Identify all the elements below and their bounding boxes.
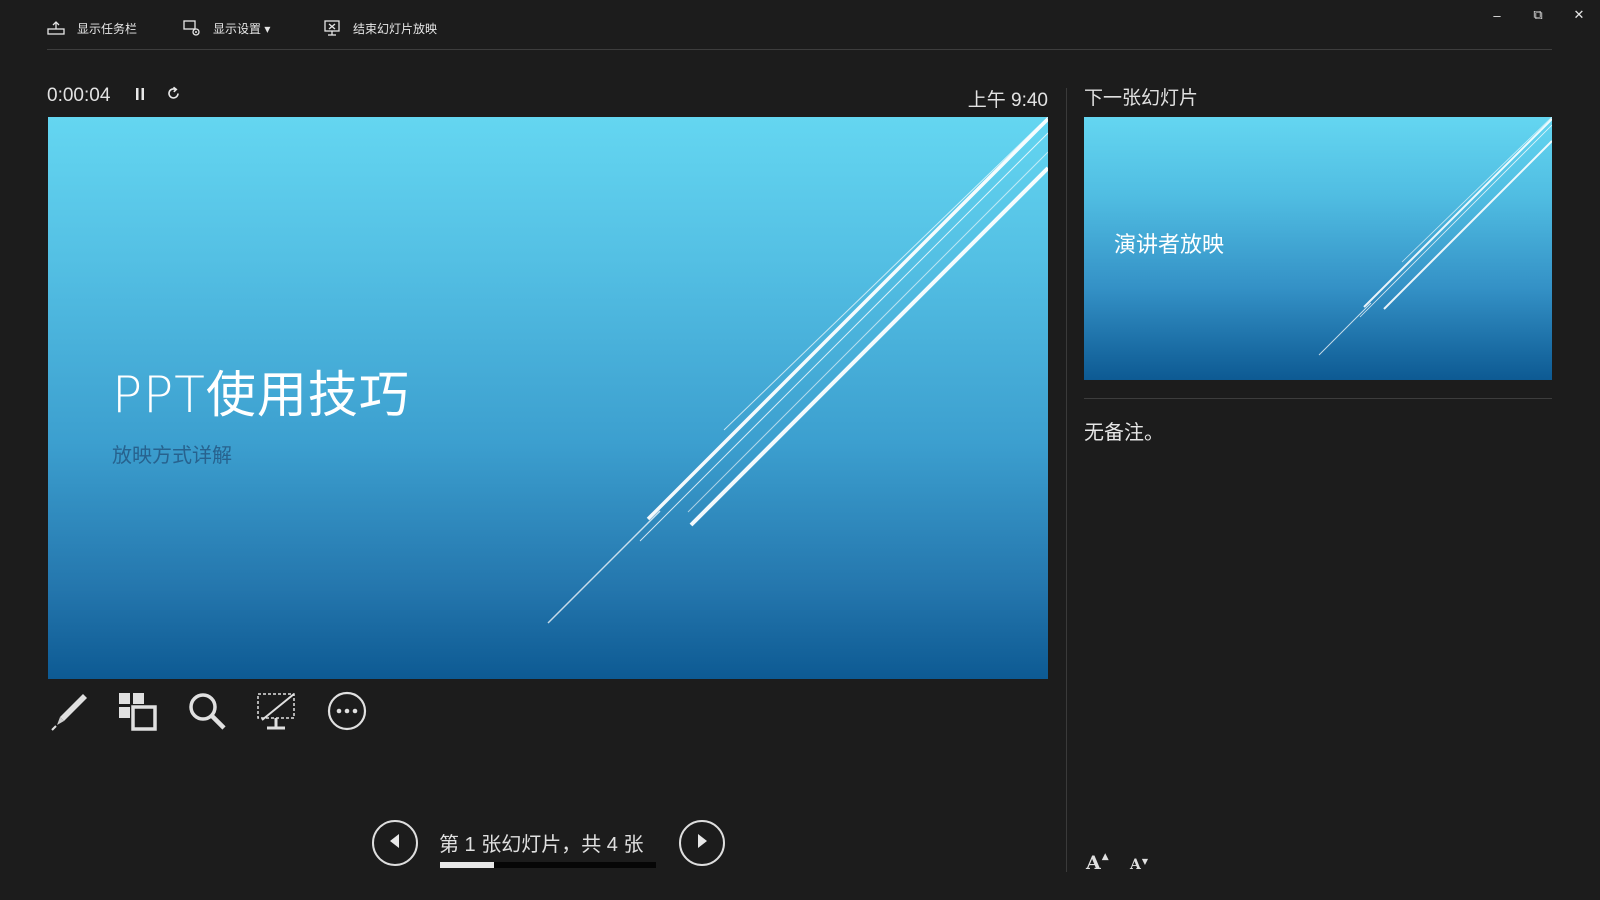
speaker-notes[interactable]: 无备注。 xyxy=(1084,416,1164,445)
see-all-slides-button[interactable] xyxy=(114,690,160,736)
show-taskbar-label: 显示任务栏 xyxy=(77,21,138,36)
restart-timer-button[interactable] xyxy=(163,86,183,106)
pause-timer-button[interactable] xyxy=(130,86,150,106)
elapsed-timer: 0:00:04 xyxy=(47,85,111,106)
close-button[interactable]: ✕ xyxy=(1565,6,1593,24)
zoom-icon xyxy=(186,690,228,737)
current-slide[interactable]: PPT使用技巧 放映方式详解 xyxy=(48,117,1048,679)
notes-divider xyxy=(1084,398,1552,399)
end-slideshow-icon xyxy=(323,19,341,37)
end-slideshow-button[interactable]: 结束幻灯片放映 xyxy=(323,17,437,39)
slide-progress-bar xyxy=(440,862,656,868)
slide-counter: 第 1 张幻灯片，共 4 张 xyxy=(439,834,644,856)
slide-progress-fill xyxy=(440,862,494,868)
current-time: 上午 9:40 xyxy=(967,90,1048,111)
panel-divider xyxy=(1066,88,1067,872)
slide-subtitle: 放映方式详解 xyxy=(112,443,232,467)
chevron-left-icon xyxy=(388,833,402,854)
next-slide-preview[interactable]: 演讲者放映 xyxy=(1084,117,1552,380)
toolbar-divider xyxy=(47,49,1552,50)
zoom-button[interactable] xyxy=(184,690,230,736)
slide-title: PPT使用技巧 xyxy=(112,366,410,424)
restore-button[interactable]: ⧉ xyxy=(1524,6,1552,24)
display-settings-label: 显示设置 ▾ xyxy=(213,21,271,36)
increase-caret-icon: ▲ xyxy=(1101,852,1109,862)
minimize-button[interactable]: – xyxy=(1483,6,1511,24)
pen-icon xyxy=(48,690,90,737)
more-options-button[interactable] xyxy=(324,690,370,736)
chevron-right-icon xyxy=(695,833,709,854)
black-screen-button[interactable] xyxy=(254,690,300,736)
slides-grid-icon xyxy=(116,690,158,737)
decrease-caret-icon: ▼ xyxy=(1141,857,1149,866)
next-slide-button[interactable] xyxy=(679,820,725,866)
show-taskbar-button[interactable]: 显示任务栏 xyxy=(47,17,137,39)
black-screen-icon xyxy=(256,690,298,737)
decrease-font-label: A xyxy=(1130,857,1141,873)
display-settings-button[interactable]: 显示设置 ▾ xyxy=(183,17,270,39)
more-options-icon xyxy=(326,690,368,737)
increase-font-label: A xyxy=(1086,852,1101,874)
end-slideshow-label: 结束幻灯片放映 xyxy=(353,21,438,36)
next-slide-title: 演讲者放映 xyxy=(1114,233,1225,258)
display-settings-icon xyxy=(183,19,201,37)
increase-font-button[interactable]: A ▲ xyxy=(1086,852,1109,874)
next-slide-label: 下一张幻灯片 xyxy=(1084,88,1199,109)
pause-icon xyxy=(135,87,145,106)
decrease-font-button[interactable]: A ▼ xyxy=(1130,857,1148,873)
pen-tool-button[interactable] xyxy=(46,690,92,736)
previous-slide-button[interactable] xyxy=(372,820,418,866)
restart-icon xyxy=(166,86,181,106)
taskbar-icon xyxy=(47,20,65,36)
